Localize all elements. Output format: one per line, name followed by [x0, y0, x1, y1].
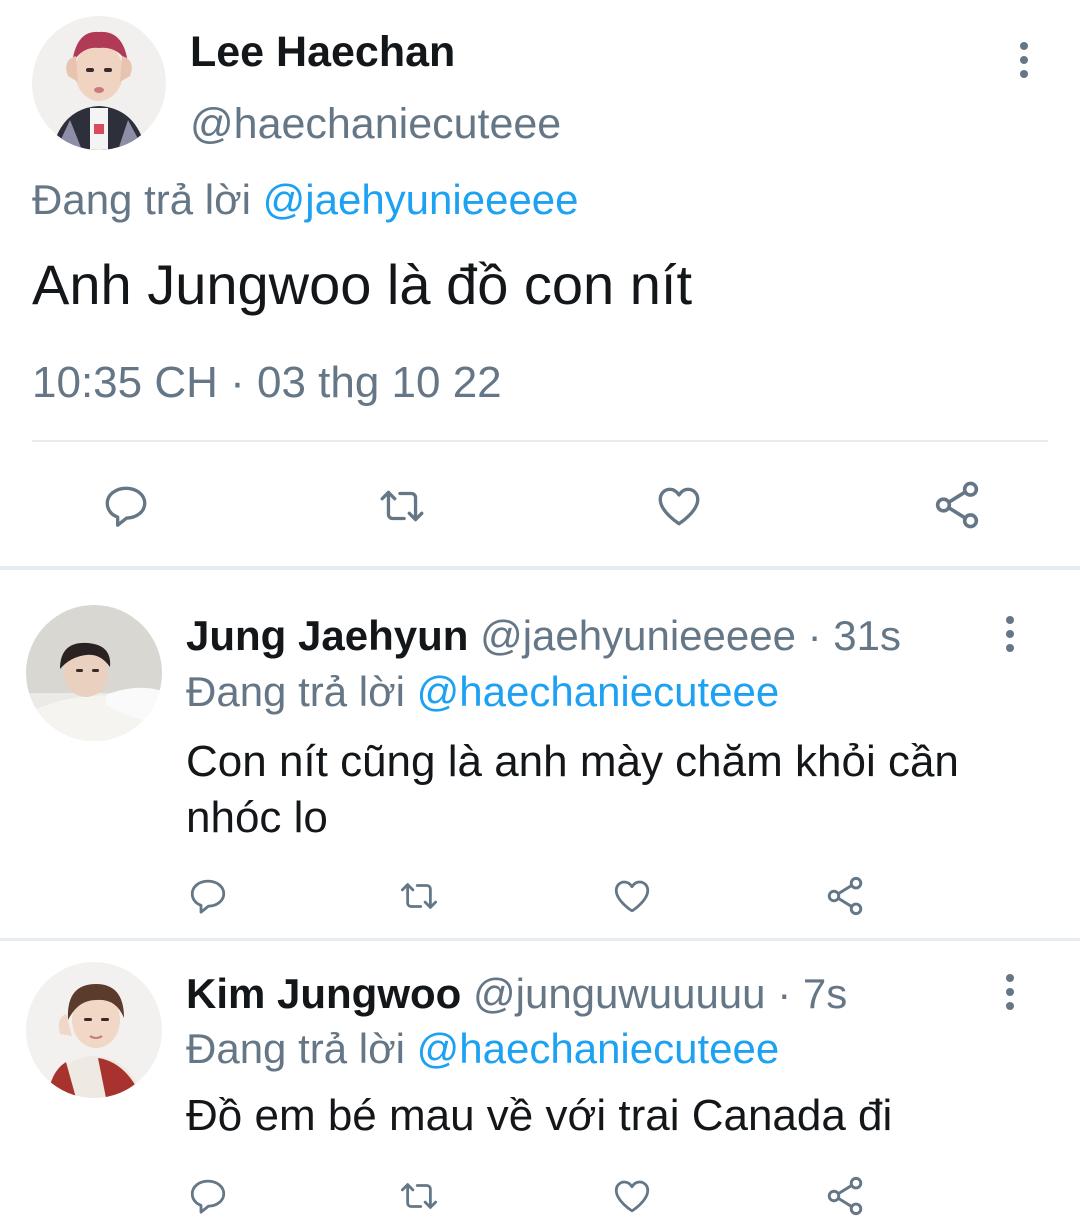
author-handle[interactable]: @junguwuuuuu [473, 970, 766, 1017]
author-name[interactable]: Jung Jaehyun [186, 612, 468, 659]
more-options-icon[interactable] [1004, 38, 1044, 82]
reply-prefix: Đang trả lời [32, 176, 251, 223]
retweet-icon[interactable] [372, 478, 432, 534]
author-name[interactable]: Kim Jungwoo [186, 970, 461, 1017]
tweet-timestamp[interactable]: 10:35 CH · 03 thg 10 22 [32, 358, 502, 408]
retweet-icon[interactable] [394, 1172, 444, 1220]
reply-icon[interactable] [186, 1172, 230, 1220]
reply-to-link[interactable]: @haechaniecuteee [417, 668, 780, 715]
like-icon[interactable] [609, 1172, 655, 1220]
like-icon[interactable] [609, 872, 655, 920]
share-icon[interactable] [928, 476, 986, 534]
more-options-icon[interactable] [990, 612, 1030, 656]
main-tweet: Lee Haechan @haechaniecuteee Đang trả lờ… [0, 0, 1080, 568]
tweet-text: Anh Jungwoo là đồ con nít [32, 253, 693, 316]
share-icon[interactable] [822, 872, 868, 920]
relative-time: · 7s [765, 970, 848, 1017]
reply-header: Jung Jaehyun @jaehyunieeeee · 31s [186, 612, 901, 660]
thread-separator [0, 938, 1080, 941]
avatar[interactable] [26, 962, 162, 1098]
reply-prefix: Đang trả lời [186, 668, 405, 715]
replying-to: Đang trả lời @jaehyunieeeee [32, 176, 579, 224]
reply-icon[interactable] [186, 872, 230, 920]
thread-separator [0, 566, 1080, 570]
reply-icon[interactable] [98, 478, 154, 534]
avatar[interactable] [32, 16, 166, 150]
retweet-icon[interactable] [394, 872, 444, 920]
like-icon[interactable] [651, 478, 707, 534]
reply-header: Kim Jungwoo @junguwuuuuu · 7s [186, 970, 847, 1018]
tweet-text: Con nít cũng là anh mày chăm khỏi cần nh… [186, 737, 959, 842]
tweet-text: Đồ em bé mau về với trai Canada đi [186, 1091, 893, 1140]
avatar[interactable] [26, 605, 162, 741]
reply-to-link[interactable]: @jaehyunieeeee [263, 176, 579, 223]
author-name[interactable]: Lee Haechan [190, 28, 455, 77]
relative-time: · 31s [795, 612, 902, 659]
replying-to: Đang trả lời @haechaniecuteee [186, 668, 779, 716]
more-options-icon[interactable] [990, 970, 1030, 1014]
share-icon[interactable] [822, 1172, 868, 1220]
author-handle[interactable]: @jaehyunieeeee [480, 612, 796, 659]
replying-to: Đang trả lời @haechaniecuteee [186, 1025, 779, 1073]
divider [32, 440, 1048, 442]
author-handle[interactable]: @haechaniecuteee [190, 100, 561, 149]
reply-to-link[interactable]: @haechaniecuteee [417, 1025, 780, 1072]
reply-prefix: Đang trả lời [186, 1025, 405, 1072]
